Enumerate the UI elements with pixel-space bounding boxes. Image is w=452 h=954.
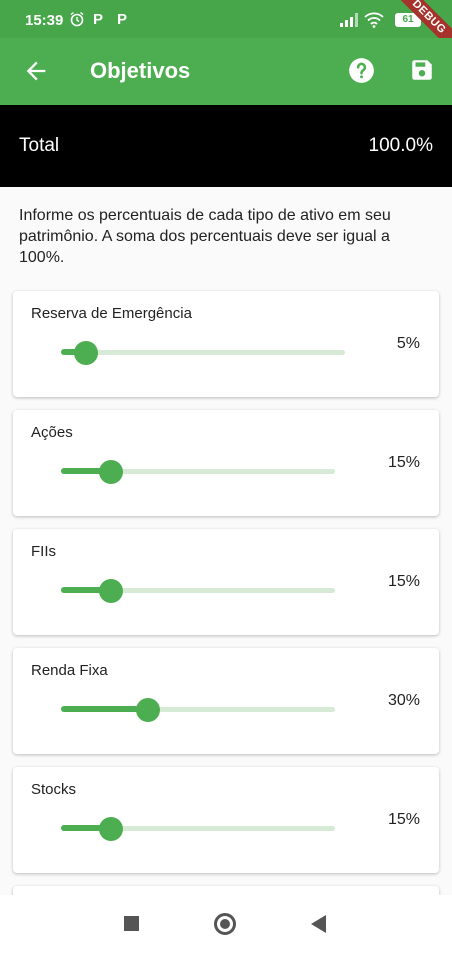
p-icon: P <box>117 11 128 28</box>
allocation-slider[interactable] <box>61 698 335 722</box>
allocation-card: Reserva de Emergência 5% <box>13 291 439 397</box>
app-bar: Objetivos <box>0 38 452 105</box>
allocation-name: Stocks <box>31 781 77 798</box>
total-bar: Total 100.0% <box>0 105 452 187</box>
status-time: 15:39 <box>25 12 64 29</box>
help-icon[interactable] <box>348 57 375 84</box>
arrow-back-icon[interactable] <box>22 57 50 85</box>
back-icon[interactable] <box>311 915 326 933</box>
allocation-name: FIIs <box>31 543 56 560</box>
slider-thumb[interactable] <box>98 579 123 603</box>
total-value: 100.0% <box>368 135 433 156</box>
slider-track <box>61 350 345 355</box>
allocation-card: Ações 15% <box>13 410 439 516</box>
allocation-percent: 15% <box>387 454 420 471</box>
alarm-icon <box>70 11 84 27</box>
slider-thumb[interactable] <box>98 817 123 841</box>
allocation-slider[interactable] <box>61 341 345 365</box>
allocation-name: Renda Fixa <box>31 662 108 679</box>
total-label: Total <box>19 135 60 156</box>
slider-fill <box>61 706 148 712</box>
allocation-card <box>13 886 439 895</box>
slider-thumb[interactable] <box>136 698 160 722</box>
allocation-slider[interactable] <box>61 579 335 603</box>
p-icon: P <box>93 11 104 28</box>
wifi-icon <box>364 12 384 28</box>
save-icon[interactable] <box>409 57 435 83</box>
page-title: Objetivos <box>90 58 191 83</box>
allocation-card: Renda Fixa 30% <box>13 648 439 754</box>
slider-thumb[interactable] <box>98 460 123 484</box>
home-icon[interactable] <box>214 913 236 935</box>
allocation-card: FIIs 15% <box>13 529 439 635</box>
content-area: Informe os percentuais de cada tipo de a… <box>0 187 452 895</box>
recents-icon[interactable] <box>124 916 139 931</box>
allocation-percent: 30% <box>387 692 420 709</box>
system-nav-bar <box>0 895 452 954</box>
allocation-percent: 15% <box>387 811 420 828</box>
slider-thumb[interactable] <box>74 341 98 365</box>
signal-icon <box>340 13 358 27</box>
allocation-name: Reserva de Emergência <box>31 305 192 322</box>
allocation-percent: 5% <box>396 335 420 352</box>
allocation-slider[interactable] <box>61 460 335 484</box>
allocation-slider[interactable] <box>61 817 335 841</box>
intro-text: Informe os percentuais de cada tipo de a… <box>19 207 391 266</box>
status-bar: 15:39 P P 61 DEBUG <box>0 0 452 55</box>
allocation-percent: 15% <box>387 573 420 590</box>
allocation-name: Ações <box>31 424 73 441</box>
allocation-card: Stocks 15% <box>13 767 439 873</box>
